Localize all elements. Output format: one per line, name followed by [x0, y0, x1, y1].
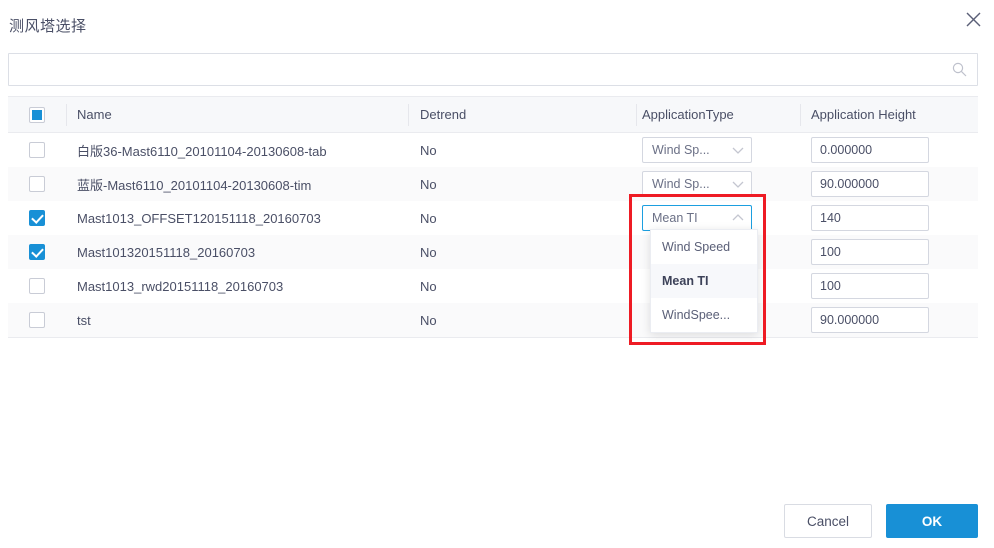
- column-header-label: Application Height: [811, 107, 916, 122]
- table-row[interactable]: Mast1013_OFFSET120151118_20160703 No Mea…: [8, 201, 978, 235]
- row-checkbox[interactable]: [29, 176, 45, 192]
- cell-name: 蓝版-Mast6110_20101104-20130608-tim: [66, 167, 408, 201]
- mast-name-label: Mast1013_rwd20151118_20160703: [77, 278, 284, 294]
- column-header-label: Name: [77, 107, 112, 122]
- detrend-value: No: [420, 312, 437, 328]
- row-checkbox[interactable]: [29, 244, 45, 260]
- column-header-label: ApplicationType: [642, 107, 734, 122]
- cell-name: 白版36-Mast6110_20101104-20130608-tab: [66, 133, 408, 167]
- application-type-dropdown-menu[interactable]: Wind Speed Mean TI WindSpee...: [650, 229, 758, 333]
- table-row[interactable]: tst No: [8, 303, 978, 337]
- cell-application-height: [800, 133, 978, 167]
- row-checkbox[interactable]: [29, 278, 45, 294]
- cell-name: Mast1013_OFFSET120151118_20160703: [66, 201, 408, 235]
- application-type-value: Wind Sp...: [652, 177, 710, 191]
- detrend-value: No: [420, 142, 437, 158]
- cell-detrend: No: [408, 201, 636, 235]
- dropdown-option-label: Wind Speed: [662, 240, 731, 254]
- dialog-title-bar: 测风塔选择: [0, 0, 994, 50]
- row-select-cell: [8, 303, 66, 337]
- header-cell-application-height[interactable]: Application Height: [800, 97, 978, 132]
- mast-name-label: 白版36-Mast6110_20101104-20130608-tab: [77, 143, 327, 159]
- application-type-select[interactable]: Wind Sp...: [642, 137, 752, 163]
- detrend-value: No: [420, 176, 437, 192]
- page-title: 测风塔选择: [9, 18, 87, 35]
- cell-application-height: [800, 303, 978, 337]
- row-checkbox[interactable]: [29, 312, 45, 328]
- cell-application-height: [800, 167, 978, 201]
- column-header-label: Detrend: [420, 107, 467, 122]
- row-checkbox[interactable]: [29, 142, 45, 158]
- application-type-value: Mean TI: [652, 211, 698, 225]
- table-row[interactable]: 蓝版-Mast6110_20101104-20130608-tim No Win…: [8, 167, 978, 201]
- cell-application-height: [800, 235, 978, 269]
- mast-name-label: tst: [77, 312, 91, 328]
- row-select-cell: [8, 133, 66, 167]
- application-height-input[interactable]: [811, 137, 929, 163]
- ok-button[interactable]: OK: [886, 504, 978, 538]
- mast-selection-dialog: 测风塔选择 Name Detrend ApplicationType Appli…: [0, 0, 994, 548]
- dialog-footer: Cancel OK: [0, 504, 994, 544]
- mast-name-label: 蓝版-Mast6110_20101104-20130608-tim: [77, 177, 312, 193]
- cell-detrend: No: [408, 235, 636, 269]
- detrend-value: No: [420, 278, 437, 294]
- application-type-select[interactable]: Wind Sp...: [642, 171, 752, 197]
- dropdown-option-wind-speed[interactable]: Wind Speed: [651, 230, 757, 264]
- dropdown-option-windspeed-truncated[interactable]: WindSpee...: [651, 298, 757, 332]
- cancel-button[interactable]: Cancel: [784, 504, 872, 538]
- detrend-value: No: [420, 210, 437, 226]
- header-cell-detrend[interactable]: Detrend: [408, 97, 636, 132]
- row-select-cell: [8, 167, 66, 201]
- cell-detrend: No: [408, 167, 636, 201]
- header-select-all-cell: [8, 97, 66, 132]
- application-height-input[interactable]: [811, 307, 929, 333]
- chevron-down-icon: [732, 143, 744, 157]
- table-header-row: Name Detrend ApplicationType Application…: [8, 97, 978, 133]
- detrend-value: No: [420, 244, 437, 260]
- cell-application-type: Wind Sp...: [636, 133, 800, 167]
- row-select-cell: [8, 269, 66, 303]
- row-checkbox[interactable]: [29, 210, 45, 226]
- cell-application-type: Wind Sp...: [636, 167, 800, 201]
- cell-application-height: [800, 201, 978, 235]
- application-type-select-open[interactable]: Mean TI: [642, 205, 752, 231]
- table-row[interactable]: Mast1013_rwd20151118_20160703 No: [8, 269, 978, 303]
- cell-application-height: [800, 269, 978, 303]
- cell-detrend: No: [408, 269, 636, 303]
- cell-detrend: No: [408, 303, 636, 337]
- application-height-input[interactable]: [811, 171, 929, 197]
- chevron-up-icon: [732, 211, 744, 225]
- mast-name-label: Mast1013_OFFSET120151118_20160703: [77, 210, 321, 226]
- application-type-value: Wind Sp...: [652, 143, 710, 157]
- cell-name: Mast1013_rwd20151118_20160703: [66, 269, 408, 303]
- dropdown-option-mean-ti[interactable]: Mean TI: [651, 264, 757, 298]
- row-select-cell: [8, 201, 66, 235]
- search-bar[interactable]: [8, 53, 978, 86]
- application-height-input[interactable]: [811, 273, 929, 299]
- mast-name-label: Mast101320151118_20160703: [77, 244, 256, 260]
- select-all-checkbox[interactable]: [29, 106, 45, 123]
- search-icon[interactable]: [951, 61, 968, 78]
- cell-name: tst: [66, 303, 408, 337]
- header-cell-application-type[interactable]: ApplicationType: [636, 97, 800, 132]
- cell-detrend: No: [408, 133, 636, 167]
- cell-name: Mast101320151118_20160703: [66, 235, 408, 269]
- table-row[interactable]: 白版36-Mast6110_20101104-20130608-tab No W…: [8, 133, 978, 167]
- table-row[interactable]: Mast101320151118_20160703 No: [8, 235, 978, 269]
- mast-table: Name Detrend ApplicationType Application…: [8, 96, 978, 338]
- application-height-input[interactable]: [811, 205, 929, 231]
- close-icon[interactable]: [960, 6, 986, 32]
- dropdown-option-label: WindSpee...: [662, 308, 731, 322]
- chevron-down-icon: [732, 177, 744, 191]
- application-height-input[interactable]: [811, 239, 929, 265]
- search-input[interactable]: [9, 54, 944, 85]
- dropdown-option-label: Mean TI: [662, 274, 709, 288]
- row-select-cell: [8, 235, 66, 269]
- header-cell-name[interactable]: Name: [66, 97, 408, 132]
